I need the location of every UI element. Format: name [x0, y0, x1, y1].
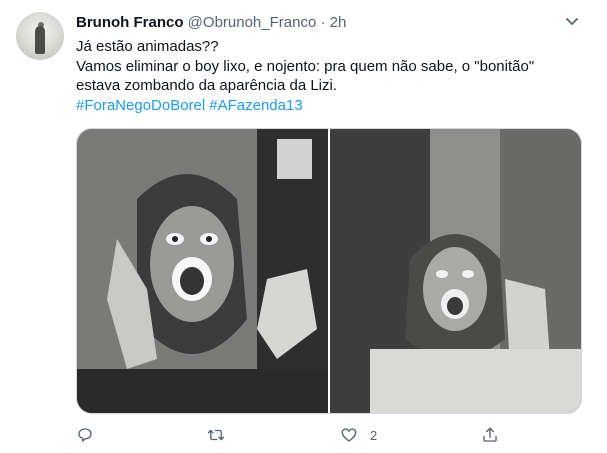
more-options-button[interactable]	[560, 10, 584, 34]
reply-icon	[78, 428, 92, 442]
like-button[interactable]: 2	[340, 424, 377, 446]
share-icon	[483, 427, 497, 442]
tweet-card[interactable]: Brunoh Franco @Obrunoh_Franco · 2h Já es…	[0, 0, 607, 453]
hashtags: #ForaNegoDoBorel #AFazenda13	[76, 96, 586, 116]
tweet-time[interactable]: 2h	[330, 14, 347, 31]
author-name[interactable]: Brunoh Franco	[76, 14, 184, 31]
heart-icon	[341, 428, 357, 442]
tweet-text-line: estava zombando da aparência da Lizi.	[76, 77, 338, 94]
author-handle[interactable]: @Obrunoh_Franco	[188, 14, 317, 31]
media-grid[interactable]	[76, 128, 582, 414]
retweet-icon	[207, 429, 225, 441]
tweet-text-line: Vamos eliminar o boy lixo, e nojento: pr…	[76, 57, 535, 75]
like-count: 2	[370, 427, 378, 443]
tweet-text-line: Já estão animadas??	[76, 38, 219, 55]
media-photo-right[interactable]	[330, 129, 581, 413]
avatar-figure	[35, 26, 45, 54]
hashtag-link[interactable]: #ForaNegoDoBorel	[76, 97, 205, 114]
tweet-text: Já estão animadas?? Vamos eliminar o boy…	[76, 37, 586, 115]
share-button[interactable]	[481, 424, 499, 446]
retweet-button[interactable]	[207, 424, 225, 446]
photo-left-illustration	[77, 129, 328, 413]
hashtag-link[interactable]: #AFazenda13	[209, 97, 302, 114]
photo-right-illustration	[330, 129, 581, 413]
avatar[interactable]	[16, 12, 64, 60]
more-chevron-icon	[566, 18, 578, 25]
header-separator: ·	[320, 14, 326, 31]
media-photo-left[interactable]	[77, 129, 328, 413]
tweet-header: Brunoh Franco @Obrunoh_Franco · 2h	[76, 13, 346, 33]
tweet-actions: 2	[76, 424, 586, 446]
reply-button[interactable]	[76, 424, 94, 446]
